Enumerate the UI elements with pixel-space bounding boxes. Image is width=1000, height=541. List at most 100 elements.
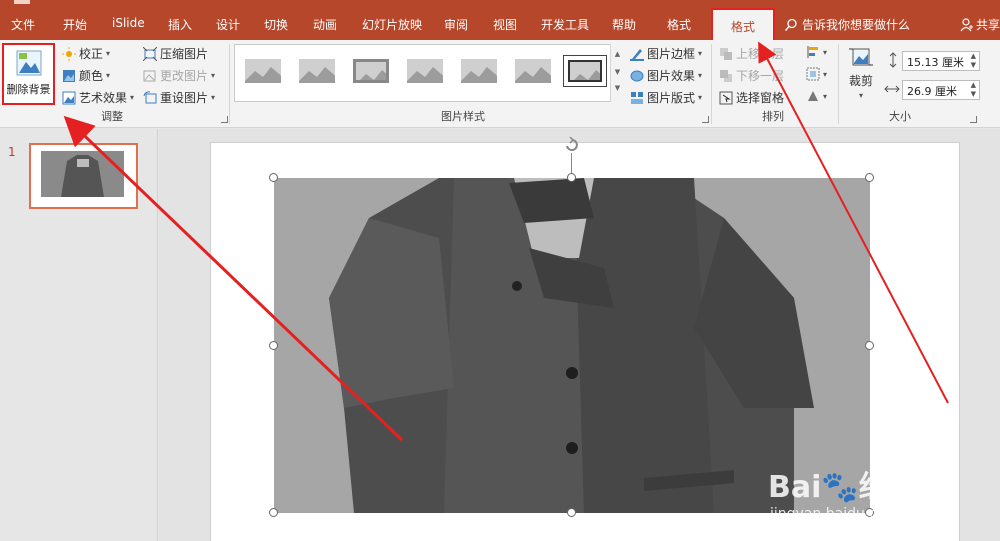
picture-effects-button[interactable]: 图片效果 ▾: [630, 67, 702, 84]
corrections-button[interactable]: 校正 ▾: [62, 45, 110, 62]
width-field[interactable]: 26.9 厘米 ▲ ▼: [902, 80, 980, 100]
gallery-scroll[interactable]: ▲ ▼ ▼: [610, 44, 624, 102]
gallery-more-icon[interactable]: ▼: [611, 84, 624, 92]
tab-insert[interactable]: 插入: [168, 16, 192, 33]
size-dialog-launcher[interactable]: [970, 116, 977, 123]
remove-background-icon: [16, 50, 42, 76]
style-thumb-3[interactable]: [349, 55, 393, 87]
chevron-down-icon: ▾: [858, 91, 863, 100]
tab-file[interactable]: 文件: [11, 16, 35, 33]
change-picture-label: 更改图片: [160, 69, 209, 83]
chevron-down-icon: ▾: [823, 47, 828, 57]
compress-icon: [143, 46, 157, 61]
picture-border-button[interactable]: 图片边框 ▾: [630, 45, 702, 62]
styles-dialog-launcher[interactable]: [702, 116, 709, 123]
tab-help[interactable]: 帮助: [612, 16, 636, 33]
style-thumb-6[interactable]: [511, 55, 555, 87]
width-value: 26.9 厘米: [907, 85, 957, 98]
title-stub: [14, 0, 30, 4]
tab-islide[interactable]: iSlide: [112, 16, 145, 30]
slide-thumbnail-1[interactable]: [29, 143, 138, 209]
artistic-effects-label: 艺术效果: [79, 91, 128, 105]
chevron-down-icon: ▾: [698, 93, 703, 102]
style-thumb-2[interactable]: [295, 55, 339, 87]
crop-label: 裁剪: [848, 74, 873, 88]
pen-icon: [630, 48, 644, 61]
reset-icon: [143, 90, 157, 103]
tab-view[interactable]: 视图: [493, 16, 517, 33]
picture-effects-label: 图片效果: [647, 69, 696, 83]
ribbon: 删除背景 校正 ▾ 颜色 ▾ 艺术效果 ▾ 压缩图片 更改图片 ▾ 重设图片 ▾ 调整 ▲…: [0, 40, 1000, 128]
height-spin-icon[interactable]: ▲ ▼: [971, 52, 976, 70]
align-icon: [807, 46, 818, 58]
style-thumb-1[interactable]: [241, 55, 285, 87]
reset-picture-button[interactable]: 重设图片 ▾: [143, 89, 215, 106]
tab-format-1[interactable]: 格式: [667, 16, 691, 33]
change-picture-button[interactable]: 更改图片 ▾: [143, 67, 215, 84]
rotate-handle-icon[interactable]: [564, 137, 580, 153]
slide-number: 1: [8, 145, 16, 159]
layout-icon: [631, 91, 643, 104]
tab-animations[interactable]: 动画: [313, 16, 337, 33]
chevron-down-icon: ▾: [823, 69, 828, 79]
tab-slideshow[interactable]: 幻灯片放映: [362, 16, 422, 33]
bring-forward-icon: [720, 47, 732, 60]
style-thumb-7[interactable]: [563, 55, 607, 87]
chevron-down-icon: ▾: [106, 49, 111, 58]
rotate-icon: [808, 91, 818, 101]
artistic-effects-button[interactable]: 艺术效果 ▾: [62, 89, 134, 106]
tell-me-box[interactable]: 告诉我你想要做什么: [784, 16, 910, 33]
tab-home[interactable]: 开始: [63, 16, 87, 33]
send-backward-label: 下移一层: [736, 69, 785, 83]
align-button[interactable]: ▾: [806, 45, 827, 59]
remove-background-label: 删除背景: [6, 83, 51, 96]
search-icon: [784, 18, 797, 31]
remove-background-button[interactable]: 删除背景: [2, 43, 55, 105]
tab-design[interactable]: 设计: [216, 16, 240, 33]
scroll-down-icon[interactable]: ▼: [611, 68, 624, 76]
color-icon: [63, 69, 75, 82]
resize-handle-e[interactable]: [865, 341, 874, 350]
scroll-up-icon[interactable]: ▲: [611, 50, 624, 58]
tab-format-active[interactable]: 格式: [711, 8, 776, 40]
send-backward-button[interactable]: 下移一层: [719, 67, 784, 84]
watermark-brand: Bai: [768, 470, 822, 505]
width-spin-icon[interactable]: ▲ ▼: [971, 81, 976, 99]
group-label-size: 大小: [889, 110, 911, 123]
resize-handle-n[interactable]: [567, 173, 576, 182]
picture-styles-gallery[interactable]: [234, 44, 624, 102]
share-button[interactable]: 共享: [960, 16, 1000, 33]
compress-pictures-label: 压缩图片: [160, 47, 209, 61]
sun-icon: [62, 46, 76, 61]
style-thumb-5[interactable]: [457, 55, 501, 87]
style-thumb-4[interactable]: [403, 55, 447, 87]
tab-review[interactable]: 审阅: [444, 16, 468, 33]
resize-handle-w[interactable]: [269, 341, 278, 350]
rotate-button[interactable]: ▾: [806, 89, 827, 103]
separator: [711, 44, 712, 124]
color-label: 颜色: [79, 69, 104, 83]
crop-button[interactable]: 裁剪 ▾: [848, 44, 874, 100]
crop-icon: [849, 48, 873, 66]
adjust-dialog-launcher[interactable]: [221, 116, 228, 123]
height-field[interactable]: 15.13 厘米 ▲ ▼: [902, 51, 980, 71]
reset-picture-label: 重设图片: [160, 91, 209, 105]
ribbon-tab-bar: 文件 开始 iSlide 插入 设计 切换 动画 幻灯片放映 审阅 视图 开发工…: [0, 0, 1000, 40]
group-button[interactable]: ▾: [806, 67, 827, 81]
picture-border-label: 图片边框: [647, 47, 696, 61]
tab-transitions[interactable]: 切换: [264, 16, 288, 33]
bring-forward-button[interactable]: 上移一层: [719, 45, 784, 62]
selection-pane-button[interactable]: 选择窗格: [719, 89, 784, 106]
resize-handle-s[interactable]: [567, 508, 576, 517]
height-icon: [889, 52, 897, 68]
resize-handle-nw[interactable]: [269, 173, 278, 182]
chevron-down-icon: ▾: [698, 49, 703, 58]
compress-pictures-button[interactable]: 压缩图片: [143, 45, 208, 62]
resize-handle-sw[interactable]: [269, 508, 278, 517]
chevron-down-icon: ▾: [106, 71, 111, 80]
tab-developer[interactable]: 开发工具: [541, 16, 589, 33]
separator: [838, 44, 839, 124]
resize-handle-ne[interactable]: [865, 173, 874, 182]
color-button[interactable]: 颜色 ▾: [62, 67, 110, 84]
picture-layout-button[interactable]: 图片版式 ▾: [630, 89, 702, 106]
